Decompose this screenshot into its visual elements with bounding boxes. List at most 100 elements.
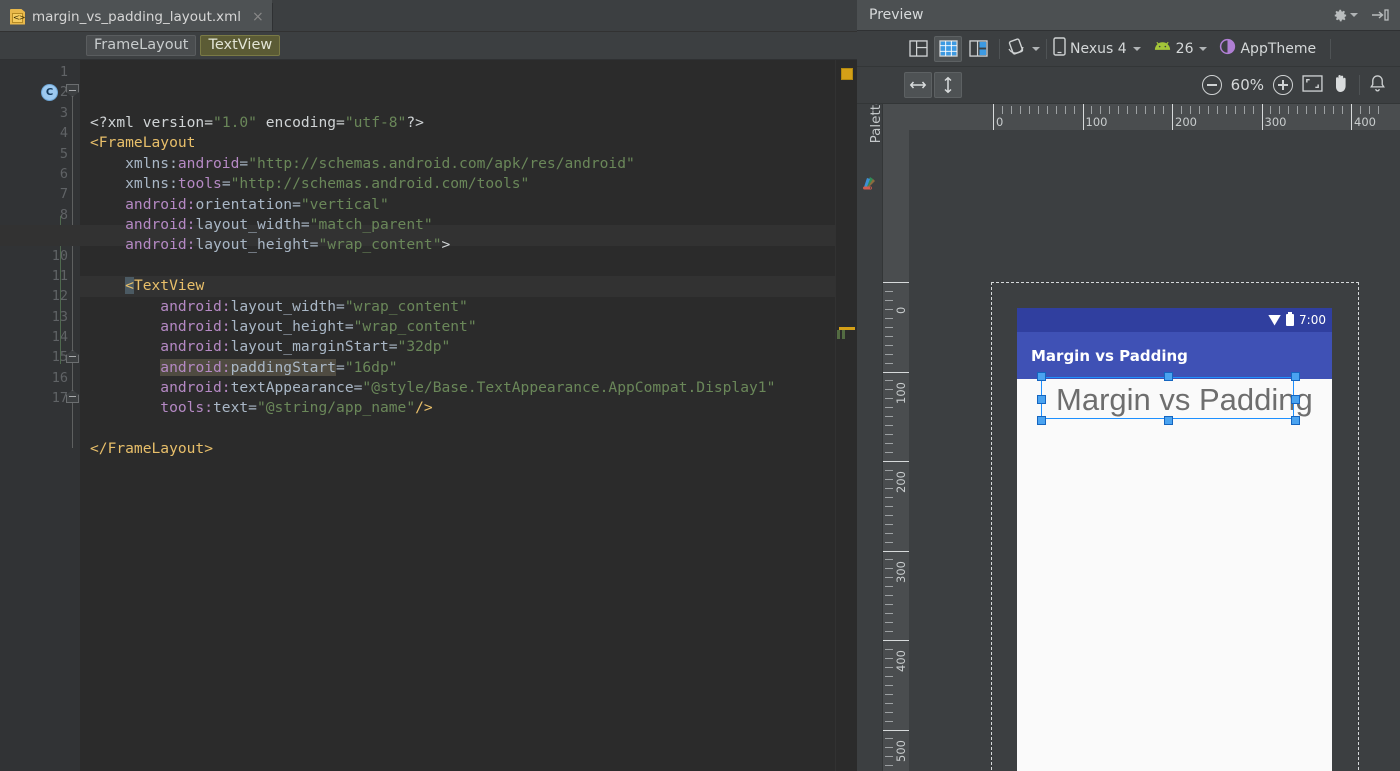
ruler-tick	[1163, 106, 1164, 114]
design-mode-icon[interactable]	[904, 36, 932, 62]
ruler-tick	[883, 372, 909, 373]
code-token: layout_width	[231, 298, 336, 315]
code-line[interactable]: android:orientation="vertical"	[80, 195, 835, 215]
close-icon[interactable]: ×	[252, 9, 264, 25]
code-line[interactable]	[80, 256, 835, 276]
pan-hand-icon[interactable]	[1332, 73, 1350, 97]
fit-height-icon[interactable]	[934, 72, 962, 98]
zoom-level: 60%	[1231, 76, 1264, 94]
code-fold-column[interactable]	[66, 60, 80, 771]
code-token: version	[143, 114, 205, 131]
bell-icon[interactable]	[1369, 74, 1386, 97]
code-token: paddingStart	[231, 359, 336, 376]
code-line[interactable]: </FrameLayout>	[80, 439, 835, 459]
editor-marker-gutter[interactable]	[835, 60, 857, 771]
code-token: android:	[90, 298, 231, 315]
code-token: "wrap_content"	[318, 236, 441, 253]
orientation-rotate-icon	[1006, 37, 1026, 60]
ruler-tick	[885, 416, 893, 417]
code-editor[interactable]: 1234567891011121314151617 C <?xml versio…	[0, 60, 857, 771]
preview-pane: Preview	[857, 0, 1400, 771]
split-mode-icon[interactable]	[964, 36, 992, 62]
code-line[interactable]	[80, 419, 835, 439]
fit-width-icon[interactable]	[904, 72, 932, 98]
palette-rail[interactable]: Palette	[857, 104, 883, 771]
preview-header: Preview	[857, 0, 1400, 31]
resize-handle-tl	[1037, 372, 1046, 381]
code-line[interactable]: <?xml version="1.0" encoding="utf-8"?>	[80, 113, 835, 133]
ruler-tick	[1145, 106, 1146, 114]
code-token: =	[204, 114, 213, 131]
class-marker-icon[interactable]: C	[41, 84, 58, 101]
ruler-tick	[885, 604, 893, 605]
gear-icon[interactable]	[1333, 8, 1358, 23]
textview-selection-box[interactable]	[1041, 377, 1294, 419]
ruler-tick	[1083, 104, 1084, 130]
code-token: =	[248, 399, 257, 416]
api-level-selector[interactable]: 26	[1147, 39, 1214, 58]
ruler-tick	[1279, 106, 1280, 114]
code-line[interactable]: xmlns:android="http://schemas.android.co…	[80, 154, 835, 174]
code-line[interactable]: android:layout_height="wrap_content"	[80, 317, 835, 337]
orientation-selector[interactable]	[1000, 37, 1046, 60]
ruler-tick	[883, 282, 909, 283]
ruler-label: 100	[1086, 115, 1108, 129]
ruler-tick	[885, 425, 893, 426]
ruler-label: 0	[996, 115, 1003, 129]
editor-tab-xml-file[interactable]: <> margin_vs_padding_layout.xml ×	[0, 0, 272, 31]
fold-toggle-framelayout[interactable]	[66, 84, 79, 97]
theme-selector[interactable]: AppTheme	[1213, 38, 1322, 59]
code-line[interactable]: android:layout_width="wrap_content"	[80, 297, 835, 317]
code-token: />	[415, 399, 433, 416]
ruler-tick	[885, 506, 893, 507]
zoom-in-icon[interactable]	[1273, 75, 1293, 95]
code-line[interactable]: <FrameLayout	[80, 133, 835, 153]
android-studio-window: <> margin_vs_padding_layout.xml × FrameL…	[0, 0, 1400, 771]
resize-handle-tc	[1164, 372, 1173, 381]
ruler-tick	[1333, 106, 1334, 114]
code-token: android	[178, 155, 240, 172]
layout-content-area[interactable]: Margin vs Padding	[1017, 379, 1332, 771]
code-line[interactable]: xmlns:tools="http://schemas.android.com/…	[80, 174, 835, 194]
ruler-tick	[1351, 104, 1352, 130]
ruler-label: 300	[1265, 115, 1287, 129]
code-token: "32dp"	[398, 338, 451, 355]
warning-marker-icon[interactable]	[841, 68, 853, 80]
collapse-panel-icon[interactable]	[1370, 8, 1390, 22]
ruler-tick	[883, 461, 909, 462]
phone-icon	[1053, 37, 1066, 60]
resize-handle-tr	[1291, 372, 1300, 381]
code-line[interactable]: android:textAppearance="@style/Base.Text…	[80, 378, 835, 398]
code-token: android:	[90, 338, 231, 355]
code-line[interactable]: android:paddingStart="16dp"	[80, 358, 835, 378]
chevron-down-icon	[1199, 47, 1207, 51]
code-text-area[interactable]: <?xml version="1.0" encoding="utf-8"?><F…	[80, 60, 835, 771]
fold-toggle-textview-end[interactable]	[66, 350, 79, 363]
code-token: "wrap_content"	[354, 318, 477, 335]
code-line[interactable]: <TextView	[80, 276, 835, 296]
ruler-tick	[1109, 106, 1110, 114]
device-selector[interactable]: Nexus 4	[1047, 37, 1147, 60]
ruler-tick	[885, 488, 893, 489]
device-screen[interactable]: 7:00 Margin vs Padding Margin vs Padding	[1017, 308, 1332, 771]
breadcrumb-item-framelayout[interactable]: FrameLayout	[86, 35, 196, 56]
code-line[interactable]: tools:text="@string/app_name"/>	[80, 398, 835, 418]
code-token: "vertical"	[301, 196, 389, 213]
code-token: "match_parent"	[310, 216, 433, 233]
zoom-to-fit-icon[interactable]	[1302, 75, 1323, 96]
breadcrumb-item-textview[interactable]: TextView	[200, 35, 280, 56]
fold-toggle-framelayout-end[interactable]	[66, 390, 79, 403]
code-line[interactable]: android:layout_marginStart="32dp"	[80, 337, 835, 357]
code-token: "http://schemas.android.com/apk/res/andr…	[248, 155, 635, 172]
device-label: Nexus 4	[1070, 41, 1127, 57]
ruler-tick	[885, 676, 893, 677]
blueprint-mode-icon[interactable]	[934, 36, 962, 62]
ruler-tick	[1154, 106, 1155, 114]
code-token: <?xml	[90, 114, 143, 131]
code-token: >	[441, 236, 450, 253]
ruler-tick	[1208, 106, 1209, 114]
zoom-out-icon[interactable]	[1202, 75, 1222, 95]
ruler-label: 0	[894, 307, 908, 314]
breadcrumb: FrameLayout TextView	[0, 32, 857, 60]
design-canvas[interactable]: 7:00 Margin vs Padding Margin vs Padding	[909, 130, 1400, 771]
